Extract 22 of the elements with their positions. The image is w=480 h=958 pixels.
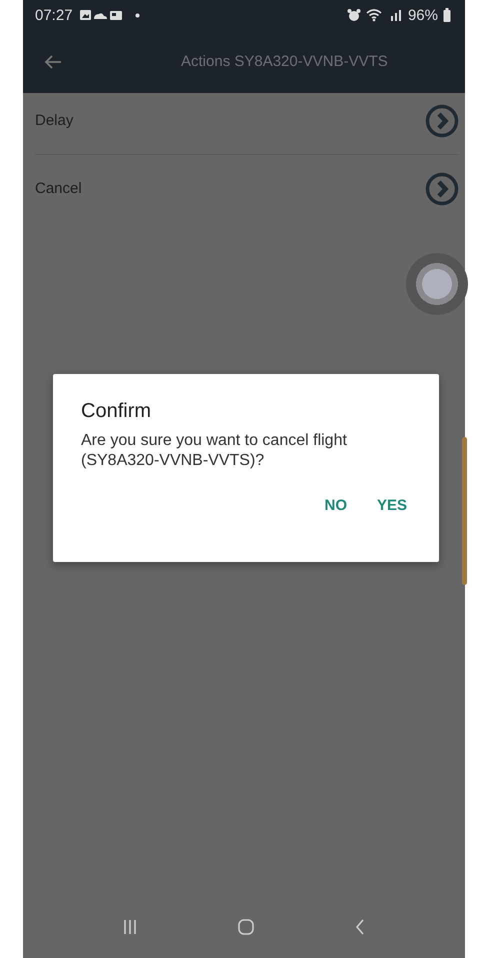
dialog-button[interactable]: YES bbox=[372, 491, 411, 520]
action-item[interactable]: Delay bbox=[35, 87, 459, 155]
chevron-circle-icon bbox=[425, 104, 459, 138]
home-icon[interactable] bbox=[237, 918, 255, 936]
back-icon[interactable] bbox=[355, 918, 365, 936]
wifi-icon bbox=[366, 8, 384, 22]
battery-icon bbox=[443, 8, 451, 22]
recent-apps-icon[interactable] bbox=[123, 919, 137, 935]
status-time: 07:27 bbox=[35, 6, 73, 24]
dialog-button[interactable]: NO bbox=[320, 491, 351, 520]
screen-title: Actions SY8A320-VVNB-VVTS bbox=[181, 53, 388, 70]
scroll-handle[interactable] bbox=[462, 437, 467, 585]
action-item[interactable]: Cancel bbox=[35, 155, 459, 222]
alarm-icon bbox=[346, 8, 361, 22]
dialog-title: Confirm bbox=[81, 400, 152, 423]
back-arrow-icon[interactable] bbox=[43, 54, 63, 70]
chevron-circle-icon bbox=[425, 172, 459, 206]
dot-icon bbox=[134, 12, 140, 18]
dialog-message: Are you sure you want to cancel flight (SY8A320-VVNB-VVTS)? bbox=[81, 431, 348, 471]
signal-icon bbox=[388, 8, 403, 22]
notification-icons bbox=[80, 9, 124, 21]
battery-level: 96% bbox=[408, 6, 438, 24]
